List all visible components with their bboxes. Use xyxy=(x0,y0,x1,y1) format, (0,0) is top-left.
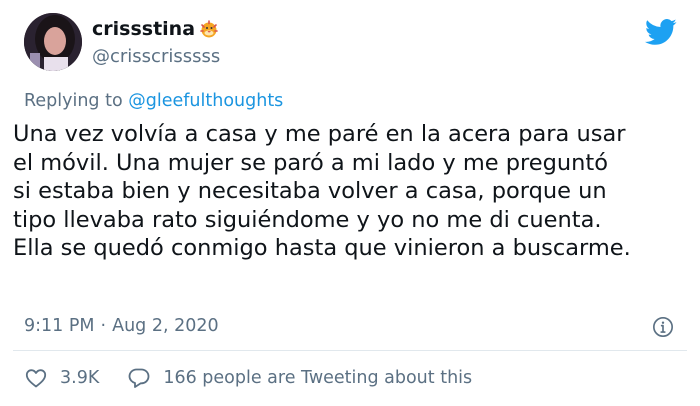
tweet-text: Una vez volvía a casa y me paré en la ac… xyxy=(13,121,631,262)
speech-bubble-icon xyxy=(128,368,150,388)
avatar[interactable] xyxy=(24,13,82,71)
conversation-link[interactable]: 166 people are Tweeting about this xyxy=(127,366,472,390)
reply-mention-link[interactable]: @gleefulthoughts xyxy=(128,91,283,111)
tweet-actions: 3.9K 166 people are Tweeting about this xyxy=(24,366,472,390)
timestamp-separator: · xyxy=(100,316,107,336)
blowfish-emoji-icon xyxy=(200,20,218,38)
conversation-text: 166 people are Tweeting about this xyxy=(163,368,473,388)
like-button[interactable]: 3.9K xyxy=(24,366,99,390)
tweet-timestamp[interactable]: 9:11 PM · Aug 2, 2020 xyxy=(24,316,219,336)
info-icon[interactable] xyxy=(652,316,674,338)
divider xyxy=(13,350,687,351)
tweet-time: 9:11 PM xyxy=(24,316,95,336)
twitter-bird-icon[interactable] xyxy=(645,18,677,45)
display-name-text: crissstina xyxy=(92,18,196,40)
like-count: 3.9K xyxy=(60,368,100,388)
replying-prefix: Replying to xyxy=(24,91,123,111)
author-handle[interactable]: @crisscrisssss xyxy=(92,46,220,67)
replying-to: Replying to @gleefulthoughts xyxy=(24,91,283,111)
avatar-photo xyxy=(24,13,82,71)
author-display-name[interactable]: crissstina xyxy=(92,18,219,40)
tweet-date: Aug 2, 2020 xyxy=(112,316,219,336)
heart-icon xyxy=(25,369,47,388)
